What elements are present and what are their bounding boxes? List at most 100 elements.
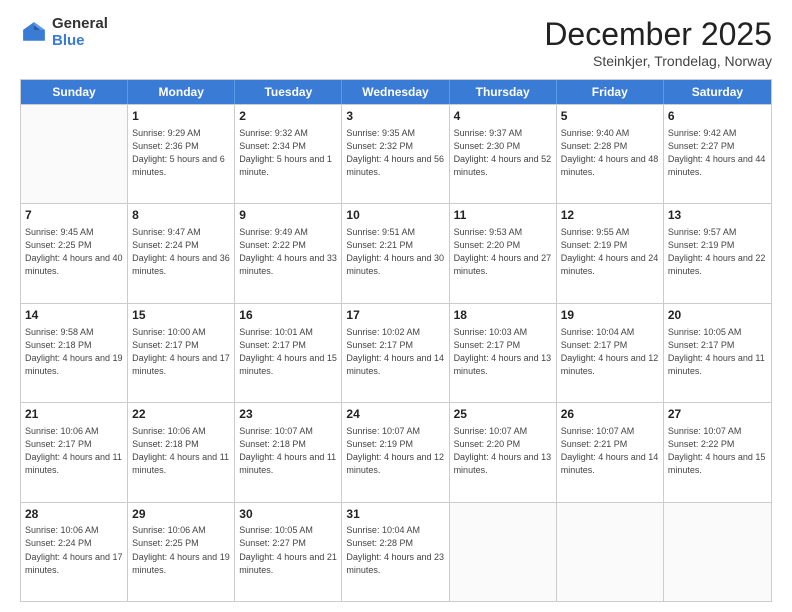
logo-general-text: General bbox=[52, 16, 108, 33]
calendar-row-0: 1Sunrise: 9:29 AMSunset: 2:36 PMDaylight… bbox=[21, 104, 771, 203]
day-number: 11 bbox=[454, 207, 552, 224]
calendar-cell: 25 Sunrise: 10:07 AMSunset: 2:20 PMDaylig… bbox=[450, 403, 557, 501]
cell-info: Sunrise: 10:06 AMSunset: 2:17 PMDaylight… bbox=[25, 425, 123, 477]
cell-info: Sunrise: 10:02 AMSunset: 2:17 PMDaylight… bbox=[346, 326, 444, 378]
cell-info: Sunrise: 9:58 AMSunset: 2:18 PMDaylight:… bbox=[25, 326, 123, 378]
calendar-cell: 6 Sunrise: 9:42 AMSunset: 2:27 PMDaylight… bbox=[664, 105, 771, 203]
day-number: 19 bbox=[561, 307, 659, 324]
cell-info: Sunrise: 9:45 AMSunset: 2:25 PMDaylight:… bbox=[25, 226, 123, 278]
header-day-thursday: Thursday bbox=[450, 80, 557, 104]
cell-info: Sunrise: 10:07 AMSunset: 2:19 PMDaylight… bbox=[346, 425, 444, 477]
cell-info: Sunrise: 10:05 AMSunset: 2:27 PMDaylight… bbox=[239, 524, 337, 576]
calendar-row-3: 21 Sunrise: 10:06 AMSunset: 2:17 PMDaylig… bbox=[21, 402, 771, 501]
day-number: 5 bbox=[561, 108, 659, 125]
day-number: 24 bbox=[346, 406, 444, 423]
day-number: 16 bbox=[239, 307, 337, 324]
calendar-cell bbox=[450, 503, 557, 601]
calendar-cell: 15 Sunrise: 10:00 AMSunset: 2:17 PMDaylig… bbox=[128, 304, 235, 402]
day-number: 23 bbox=[239, 406, 337, 423]
day-number: 7 bbox=[25, 207, 123, 224]
calendar-cell: 20Sunrise: 10:05 AMSunset: 2:17 PMDaylig… bbox=[664, 304, 771, 402]
calendar-row-2: 14 Sunrise: 9:58 AMSunset: 2:18 PMDayligh… bbox=[21, 303, 771, 402]
header: General Blue December 2025 Steinkjer, Tr… bbox=[20, 16, 772, 69]
cell-info: Sunrise: 10:05 AMSunset: 2:17 PMDaylight… bbox=[668, 326, 767, 378]
title-block: December 2025 Steinkjer, Trondelag, Norw… bbox=[544, 16, 772, 69]
cell-info: Sunrise: 9:35 AMSunset: 2:32 PMDaylight:… bbox=[346, 127, 444, 179]
cell-info: Sunrise: 9:47 AMSunset: 2:24 PMDaylight:… bbox=[132, 226, 230, 278]
cell-info: Sunrise: 9:57 AMSunset: 2:19 PMDaylight:… bbox=[668, 226, 767, 278]
day-number: 8 bbox=[132, 207, 230, 224]
cell-info: Sunrise: 9:42 AMSunset: 2:27 PMDaylight:… bbox=[668, 127, 767, 179]
calendar-cell: 11Sunrise: 9:53 AMSunset: 2:20 PMDayligh… bbox=[450, 204, 557, 302]
calendar-cell: 17 Sunrise: 10:02 AMSunset: 2:17 PMDaylig… bbox=[342, 304, 449, 402]
calendar-cell: 2 Sunrise: 9:32 AMSunset: 2:34 PMDaylight… bbox=[235, 105, 342, 203]
day-number: 6 bbox=[668, 108, 767, 125]
cell-info: Sunrise: 10:01 AMSunset: 2:17 PMDaylight… bbox=[239, 326, 337, 378]
day-number: 9 bbox=[239, 207, 337, 224]
calendar-cell: 30Sunrise: 10:05 AMSunset: 2:27 PMDaylig… bbox=[235, 503, 342, 601]
calendar-cell: 14 Sunrise: 9:58 AMSunset: 2:18 PMDayligh… bbox=[21, 304, 128, 402]
day-number: 2 bbox=[239, 108, 337, 125]
calendar-cell: 31Sunrise: 10:04 AMSunset: 2:28 PMDaylig… bbox=[342, 503, 449, 601]
cell-info: Sunrise: 10:06 AMSunset: 2:24 PMDaylight… bbox=[25, 524, 123, 576]
cell-info: Sunrise: 10:06 AMSunset: 2:18 PMDaylight… bbox=[132, 425, 230, 477]
cell-info: Sunrise: 10:04 AMSunset: 2:28 PMDaylight… bbox=[346, 524, 444, 576]
header-day-friday: Friday bbox=[557, 80, 664, 104]
calendar-cell: 16 Sunrise: 10:01 AMSunset: 2:17 PMDaylig… bbox=[235, 304, 342, 402]
header-day-wednesday: Wednesday bbox=[342, 80, 449, 104]
calendar-cell: 3 Sunrise: 9:35 AMSunset: 2:32 PMDaylight… bbox=[342, 105, 449, 203]
calendar-cell: 12Sunrise: 9:55 AMSunset: 2:19 PMDayligh… bbox=[557, 204, 664, 302]
calendar-cell bbox=[21, 105, 128, 203]
calendar-cell: 8 Sunrise: 9:47 AMSunset: 2:24 PMDaylight… bbox=[128, 204, 235, 302]
header-day-saturday: Saturday bbox=[664, 80, 771, 104]
day-number: 15 bbox=[132, 307, 230, 324]
calendar-body: 1Sunrise: 9:29 AMSunset: 2:36 PMDaylight… bbox=[21, 104, 771, 601]
day-number: 10 bbox=[346, 207, 444, 224]
logo: General Blue bbox=[20, 16, 108, 49]
day-number: 21 bbox=[25, 406, 123, 423]
cell-info: Sunrise: 9:51 AMSunset: 2:21 PMDaylight:… bbox=[346, 226, 444, 278]
cell-info: Sunrise: 10:03 AMSunset: 2:17 PMDaylight… bbox=[454, 326, 552, 378]
calendar-cell: 10 Sunrise: 9:51 AMSunset: 2:21 PMDayligh… bbox=[342, 204, 449, 302]
calendar-cell: 23 Sunrise: 10:07 AMSunset: 2:18 PMDaylig… bbox=[235, 403, 342, 501]
day-number: 4 bbox=[454, 108, 552, 125]
day-number: 14 bbox=[25, 307, 123, 324]
cell-info: Sunrise: 10:07 AMSunset: 2:20 PMDaylight… bbox=[454, 425, 552, 477]
cell-info: Sunrise: 9:37 AMSunset: 2:30 PMDaylight:… bbox=[454, 127, 552, 179]
day-number: 12 bbox=[561, 207, 659, 224]
day-number: 13 bbox=[668, 207, 767, 224]
cell-info: Sunrise: 10:07 AMSunset: 2:21 PMDaylight… bbox=[561, 425, 659, 477]
calendar-row-1: 7 Sunrise: 9:45 AMSunset: 2:25 PMDaylight… bbox=[21, 203, 771, 302]
calendar-cell: 1Sunrise: 9:29 AMSunset: 2:36 PMDaylight… bbox=[128, 105, 235, 203]
day-number: 28 bbox=[25, 506, 123, 523]
cell-info: Sunrise: 9:49 AMSunset: 2:22 PMDaylight:… bbox=[239, 226, 337, 278]
calendar-cell: 9 Sunrise: 9:49 AMSunset: 2:22 PMDaylight… bbox=[235, 204, 342, 302]
day-number: 17 bbox=[346, 307, 444, 324]
page: General Blue December 2025 Steinkjer, Tr… bbox=[0, 0, 792, 612]
day-number: 18 bbox=[454, 307, 552, 324]
cell-info: Sunrise: 10:07 AMSunset: 2:18 PMDaylight… bbox=[239, 425, 337, 477]
day-number: 31 bbox=[346, 506, 444, 523]
cell-info: Sunrise: 9:32 AMSunset: 2:34 PMDaylight:… bbox=[239, 127, 337, 179]
month-title: December 2025 bbox=[544, 16, 772, 53]
cell-info: Sunrise: 10:07 AMSunset: 2:22 PMDaylight… bbox=[668, 425, 767, 477]
day-number: 26 bbox=[561, 406, 659, 423]
calendar-cell: 18 Sunrise: 10:03 AMSunset: 2:17 PMDaylig… bbox=[450, 304, 557, 402]
location: Steinkjer, Trondelag, Norway bbox=[544, 53, 772, 69]
logo-icon bbox=[20, 19, 48, 47]
calendar-cell: 7 Sunrise: 9:45 AMSunset: 2:25 PMDaylight… bbox=[21, 204, 128, 302]
cell-info: Sunrise: 10:00 AMSunset: 2:17 PMDaylight… bbox=[132, 326, 230, 378]
cell-info: Sunrise: 9:40 AMSunset: 2:28 PMDaylight:… bbox=[561, 127, 659, 179]
calendar-cell: 22Sunrise: 10:06 AMSunset: 2:18 PMDaylig… bbox=[128, 403, 235, 501]
calendar-header: SundayMondayTuesdayWednesdayThursdayFrid… bbox=[21, 80, 771, 104]
calendar-cell bbox=[664, 503, 771, 601]
logo-blue-text: Blue bbox=[52, 33, 108, 50]
calendar-cell: 26 Sunrise: 10:07 AMSunset: 2:21 PMDaylig… bbox=[557, 403, 664, 501]
calendar-cell: 4 Sunrise: 9:37 AMSunset: 2:30 PMDaylight… bbox=[450, 105, 557, 203]
cell-info: Sunrise: 10:06 AMSunset: 2:25 PMDaylight… bbox=[132, 524, 230, 576]
calendar-cell: 19Sunrise: 10:04 AMSunset: 2:17 PMDaylig… bbox=[557, 304, 664, 402]
calendar-cell: 5 Sunrise: 9:40 AMSunset: 2:28 PMDaylight… bbox=[557, 105, 664, 203]
day-number: 25 bbox=[454, 406, 552, 423]
day-number: 3 bbox=[346, 108, 444, 125]
day-number: 30 bbox=[239, 506, 337, 523]
